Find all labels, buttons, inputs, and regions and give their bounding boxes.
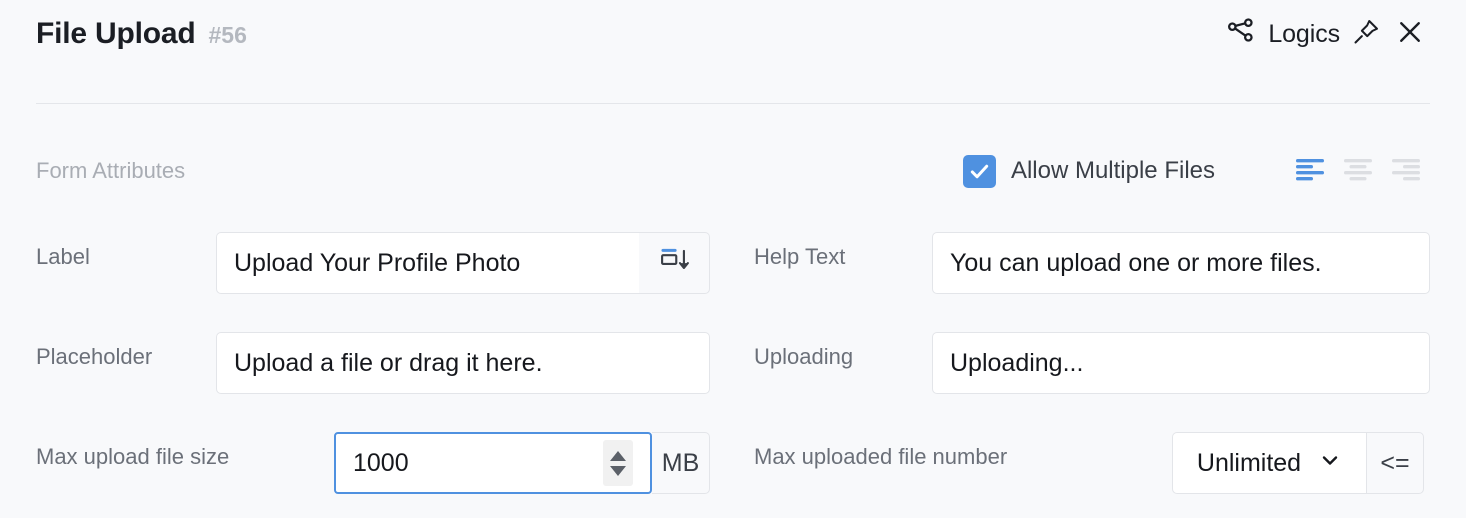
max-file-size-group: Max upload file size 1000 MB bbox=[36, 426, 726, 488]
align-center-icon bbox=[1341, 154, 1375, 189]
page-title: File Upload bbox=[36, 14, 195, 54]
move-down-icon bbox=[657, 243, 691, 284]
placeholder-field-group: Placeholder Upload a file or drag it her… bbox=[36, 326, 726, 388]
checkbox-box bbox=[963, 155, 996, 188]
pin-button[interactable] bbox=[1344, 14, 1388, 54]
uploading-input-wrap: Uploading... bbox=[932, 332, 1430, 394]
form-attributes-row: Form Attributes Allow Multiple Files bbox=[0, 140, 1466, 202]
max-file-number-select[interactable]: Unlimited bbox=[1172, 432, 1366, 494]
logics-button[interactable]: Logics bbox=[1221, 14, 1344, 55]
header-title-group: File Upload #56 bbox=[36, 14, 247, 55]
align-right-icon bbox=[1389, 154, 1423, 189]
form-attributes-title: Form Attributes bbox=[36, 140, 185, 202]
label-field-label: Label bbox=[36, 226, 90, 288]
share-nodes-icon bbox=[1225, 16, 1257, 53]
logics-label: Logics bbox=[1268, 18, 1340, 50]
align-right-button[interactable] bbox=[1382, 151, 1430, 191]
allow-multiple-files-checkbox[interactable]: Allow Multiple Files bbox=[963, 155, 1215, 188]
align-center-button[interactable] bbox=[1334, 151, 1382, 191]
stepper-up-icon[interactable] bbox=[610, 451, 626, 461]
uploading-field-group: Uploading Uploading... bbox=[754, 326, 1444, 388]
helptext-field-group: Help Text You can upload one or more fil… bbox=[754, 226, 1444, 288]
max-file-number-label: Max uploaded file number bbox=[754, 426, 1007, 488]
helptext-input-wrap: You can upload one or more files. bbox=[932, 232, 1430, 294]
max-file-size-value: 1000 bbox=[353, 449, 409, 478]
max-file-number-value: Unlimited bbox=[1197, 449, 1301, 478]
label-move-down-button[interactable] bbox=[639, 232, 710, 294]
file-upload-settings-panel: File Upload #56 Logics bbox=[0, 0, 1466, 518]
align-left-button[interactable] bbox=[1286, 151, 1334, 191]
quantity-stepper[interactable] bbox=[603, 440, 633, 486]
max-file-size-input-wrap: 1000 MB bbox=[334, 432, 710, 494]
form-attributes-controls: Allow Multiple Files bbox=[963, 140, 1430, 202]
label-field-group: Label Upload Your Profile Photo bbox=[36, 226, 726, 288]
stepper-down-icon[interactable] bbox=[610, 466, 626, 476]
text-alignment-group bbox=[1286, 151, 1430, 191]
helptext-field-label: Help Text bbox=[754, 226, 845, 288]
placeholder-uploading-row: Placeholder Upload a file or drag it her… bbox=[0, 326, 1466, 388]
uploading-input[interactable]: Uploading... bbox=[932, 332, 1430, 394]
max-file-number-input-wrap: Unlimited <= bbox=[1172, 432, 1424, 494]
placeholder-input[interactable]: Upload a file or drag it here. bbox=[216, 332, 710, 394]
label-helptext-row: Label Upload Your Profile Photo Hel bbox=[0, 226, 1466, 288]
panel-header: File Upload #56 Logics bbox=[0, 0, 1466, 104]
uploading-field-label: Uploading bbox=[754, 326, 853, 388]
placeholder-input-wrap: Upload a file or drag it here. bbox=[216, 332, 710, 394]
check-icon bbox=[968, 160, 991, 183]
max-size-number-row: Max upload file size 1000 MB Max uploade… bbox=[0, 426, 1466, 488]
max-file-size-unit: MB bbox=[652, 432, 710, 494]
label-input-wrap: Upload Your Profile Photo bbox=[216, 232, 710, 294]
chevron-down-icon bbox=[1318, 448, 1342, 479]
header-divider bbox=[36, 103, 1430, 104]
placeholder-field-label: Placeholder bbox=[36, 326, 152, 388]
page-id-badge: #56 bbox=[208, 15, 246, 55]
helptext-input[interactable]: You can upload one or more files. bbox=[932, 232, 1430, 294]
close-icon bbox=[1395, 17, 1425, 52]
close-button[interactable] bbox=[1388, 14, 1432, 54]
max-file-size-label: Max upload file size bbox=[36, 426, 229, 488]
allow-multiple-files-label: Allow Multiple Files bbox=[1011, 157, 1215, 185]
max-file-size-input[interactable]: 1000 bbox=[334, 432, 652, 494]
pin-icon bbox=[1351, 17, 1381, 52]
label-input[interactable]: Upload Your Profile Photo bbox=[216, 232, 639, 294]
max-file-number-group: Max uploaded file number Unlimited <= bbox=[754, 426, 1444, 488]
align-left-icon bbox=[1293, 154, 1327, 189]
max-file-number-operator[interactable]: <= bbox=[1366, 432, 1424, 494]
header-actions: Logics bbox=[1221, 14, 1432, 54]
